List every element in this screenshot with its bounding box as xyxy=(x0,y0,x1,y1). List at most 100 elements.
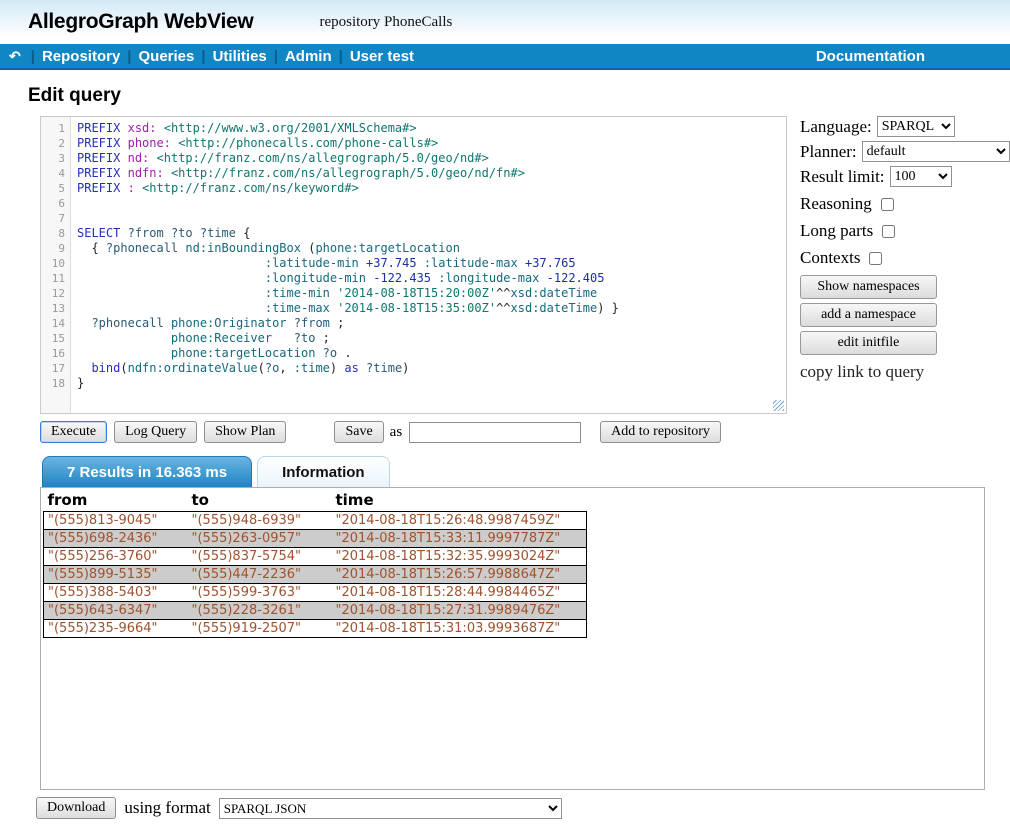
nav-separator: | xyxy=(127,48,131,65)
query-editor[interactable]: 123456789101112131415161718 PREFIX xsd: … xyxy=(40,116,787,414)
table-cell: "2014-08-18T15:31:03.9993687Z" xyxy=(332,620,587,638)
code-line[interactable]: PREFIX nd: <http://franz.com/ns/allegrog… xyxy=(77,151,786,166)
nav-separator: | xyxy=(31,48,35,65)
table-cell: "(555)948-6939" xyxy=(188,512,332,530)
code-line[interactable]: :longitude-min -122.435 :longitude-max -… xyxy=(77,271,786,286)
planner-label: Planner: xyxy=(800,142,857,162)
tab-results[interactable]: 7 Results in 16.363 ms xyxy=(42,456,252,487)
results-table: fromtotime "(555)813-9045""(555)948-6939… xyxy=(43,489,587,638)
table-cell: "(555)388-5403" xyxy=(44,584,188,602)
app-header: AllegroGraph WebView repository PhoneCal… xyxy=(0,0,1010,44)
code-line[interactable]: } xyxy=(77,376,786,391)
nav-item-queries[interactable]: Queries xyxy=(139,48,195,65)
code-line[interactable]: phone:Receiver ?to ; xyxy=(77,331,786,346)
code-line[interactable]: :latitude-min +37.745 :latitude-max +37.… xyxy=(77,256,786,271)
log-query-button[interactable]: Log Query xyxy=(114,421,197,443)
download-bar: Download using format SPARQL JSON xyxy=(36,797,1010,819)
show-namespaces-button[interactable]: Show namespaces xyxy=(800,275,937,299)
planner-select[interactable]: default xyxy=(862,141,1010,162)
result-limit-select[interactable]: 100 xyxy=(890,166,952,187)
edit-initfile-button[interactable]: edit initfile xyxy=(800,331,937,355)
nav-items: | Repository | Queries | Utilities | Admin | User… xyxy=(24,48,414,65)
table-cell: "(555)837-5754" xyxy=(188,548,332,566)
code-line[interactable]: { ?phonecall nd:inBoundingBox (phone:tar… xyxy=(77,241,786,256)
nav-item-repository[interactable]: Repository xyxy=(42,48,120,65)
table-cell: "(555)235-9664" xyxy=(44,620,188,638)
table-cell: "(555)263-0957" xyxy=(188,530,332,548)
table-cell: "(555)698-2436" xyxy=(44,530,188,548)
code-line[interactable]: PREFIX phone: <http://phonecalls.com/pho… xyxy=(77,136,786,151)
save-name-input[interactable] xyxy=(409,422,581,443)
nav-item-admin[interactable]: Admin xyxy=(285,48,332,65)
results-body: "(555)813-9045""(555)948-6939""2014-08-1… xyxy=(44,512,587,638)
code-line[interactable] xyxy=(77,196,786,211)
code-line[interactable]: bind(ndfn:ordinateValue(?o, :time) as ?t… xyxy=(77,361,786,376)
table-row[interactable]: "(555)698-2436""(555)263-0957""2014-08-1… xyxy=(44,530,587,548)
code-line[interactable]: PREFIX : <http://franz.com/ns/keyword#> xyxy=(77,181,786,196)
nav-separator: | xyxy=(274,48,278,65)
save-button[interactable]: Save xyxy=(334,421,383,443)
code-line[interactable]: SELECT ?from ?to ?time { xyxy=(77,226,786,241)
long-parts-checkbox[interactable] xyxy=(882,225,895,238)
table-row[interactable]: "(555)388-5403""(555)599-3763""2014-08-1… xyxy=(44,584,587,602)
language-label: Language: xyxy=(800,117,872,137)
table-row[interactable]: "(555)235-9664""(555)919-2507""2014-08-1… xyxy=(44,620,587,638)
table-cell: "2014-08-18T15:33:11.9997787Z" xyxy=(332,530,587,548)
show-plan-button[interactable]: Show Plan xyxy=(204,421,286,443)
back-icon[interactable]: ↶ xyxy=(9,48,21,65)
code-line[interactable]: phone:targetLocation ?o . xyxy=(77,346,786,361)
app-title: AllegroGraph WebView xyxy=(28,10,253,34)
code-line[interactable]: :time-max '2014-08-18T15:35:00Z'^^xsd:da… xyxy=(77,301,786,316)
reasoning-label: Reasoning xyxy=(800,194,872,214)
nav-separator: | xyxy=(201,48,205,65)
table-cell: "(555)228-3261" xyxy=(188,602,332,620)
code-gutter: 123456789101112131415161718 xyxy=(41,117,71,413)
main-content: 123456789101112131415161718 PREFIX xsd: … xyxy=(0,116,1010,819)
language-select[interactable]: SPARQL xyxy=(877,116,955,137)
option-checkboxes: ReasoningLong partsContexts xyxy=(800,194,1010,268)
code-line[interactable]: :time-min '2014-08-18T15:20:00Z'^^xsd:da… xyxy=(77,286,786,301)
copy-link-to-query[interactable]: copy link to query xyxy=(800,362,1010,382)
nav-separator: | xyxy=(339,48,343,65)
code-lines[interactable]: PREFIX xsd: <http://www.w3.org/2001/XMLS… xyxy=(71,117,786,413)
contexts-checkbox[interactable] xyxy=(869,252,882,265)
namespace-buttons: Show namespaces add a namespace edit initf… xyxy=(800,275,1010,355)
nav-item-utilities[interactable]: Utilities xyxy=(213,48,267,65)
result-limit-label: Result limit: xyxy=(800,167,885,187)
table-cell: "2014-08-18T15:27:31.9989476Z" xyxy=(332,602,587,620)
page-title: Edit query xyxy=(28,85,1010,107)
table-row[interactable]: "(555)643-6347""(555)228-3261""2014-08-1… xyxy=(44,602,587,620)
code-line[interactable]: PREFIX xsd: <http://www.w3.org/2001/XMLS… xyxy=(77,121,786,136)
table-cell: "(555)256-3760" xyxy=(44,548,188,566)
table-row[interactable]: "(555)899-5135""(555)447-2236""2014-08-1… xyxy=(44,566,587,584)
nav-item-user-test[interactable]: User test xyxy=(350,48,414,65)
column-header-to: to xyxy=(188,489,332,512)
results-tabs: 7 Results in 16.363 msInformation xyxy=(42,456,1010,487)
format-select[interactable]: SPARQL JSON xyxy=(219,798,562,819)
table-cell: "(555)643-6347" xyxy=(44,602,188,620)
column-header-time: time xyxy=(332,489,587,512)
format-label: using format xyxy=(124,798,210,818)
code-line[interactable] xyxy=(77,211,786,226)
table-cell: "(555)919-2507" xyxy=(188,620,332,638)
table-cell: "(555)899-5135" xyxy=(44,566,188,584)
download-button[interactable]: Download xyxy=(36,797,116,819)
table-cell: "2014-08-18T15:26:48.9987459Z" xyxy=(332,512,587,530)
results-panel: fromtotime "(555)813-9045""(555)948-6939… xyxy=(40,487,985,790)
add-a-namespace-button[interactable]: add a namespace xyxy=(800,303,937,327)
nav-item-documentation[interactable]: Documentation xyxy=(816,48,925,65)
table-cell: "2014-08-18T15:26:57.9988647Z" xyxy=(332,566,587,584)
save-as-label: as xyxy=(390,424,403,441)
allegrograph-webview-app: AllegroGraph WebView repository PhoneCal… xyxy=(0,0,1010,839)
code-line[interactable]: ?phonecall phone:Originator ?from ; xyxy=(77,316,786,331)
query-options-panel: Language: SPARQL Planner: default Result… xyxy=(800,116,1010,382)
reasoning-checkbox[interactable] xyxy=(881,198,894,211)
execute-button[interactable]: Execute xyxy=(40,421,107,443)
tab-information[interactable]: Information xyxy=(257,456,390,487)
code-line[interactable]: PREFIX ndfn: <http://franz.com/ns/allegr… xyxy=(77,166,786,181)
table-row[interactable]: "(555)256-3760""(555)837-5754""2014-08-1… xyxy=(44,548,587,566)
add-to-repository-button[interactable]: Add to repository xyxy=(600,421,721,443)
table-row[interactable]: "(555)813-9045""(555)948-6939""2014-08-1… xyxy=(44,512,587,530)
table-cell: "(555)813-9045" xyxy=(44,512,188,530)
resize-handle-icon[interactable] xyxy=(773,400,784,411)
